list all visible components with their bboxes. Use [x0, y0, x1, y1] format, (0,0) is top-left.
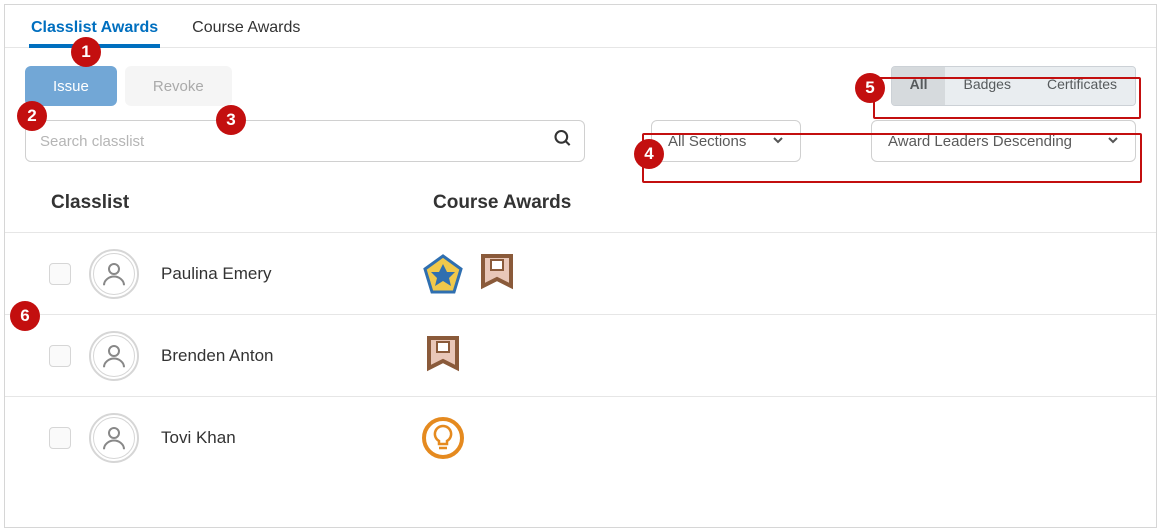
callout-1: 1: [71, 37, 101, 67]
filter-all[interactable]: All: [892, 67, 946, 105]
filter-certificates[interactable]: Certificates: [1029, 67, 1135, 105]
dropdowns: All Sections Award Leaders Descending: [651, 120, 1136, 162]
callout-5: 5: [855, 73, 885, 103]
search-row: All Sections Award Leaders Descending: [5, 106, 1156, 162]
filter-badges[interactable]: Badges: [945, 67, 1028, 105]
avatar: [89, 413, 139, 463]
awards-cell: [421, 416, 465, 460]
main-tabs: Classlist Awards Course Awards: [5, 5, 1156, 48]
chevron-down-icon: [772, 133, 784, 150]
row-checkbox[interactable]: [49, 427, 71, 449]
student-name: Brenden Anton: [161, 346, 421, 366]
sections-dropdown[interactable]: All Sections: [651, 120, 801, 162]
award-type-filter: All Badges Certificates: [891, 66, 1136, 106]
header-classlist: Classlist: [51, 192, 433, 214]
callout-6: 6: [10, 301, 40, 331]
student-name: Paulina Emery: [161, 264, 421, 284]
search-wrap: [25, 120, 585, 162]
avatar: [89, 331, 139, 381]
revoke-button[interactable]: Revoke: [125, 66, 232, 106]
classlist-table: Paulina Emery: [5, 232, 1156, 478]
sort-dropdown-label: Award Leaders Descending: [888, 133, 1072, 150]
tab-course-awards[interactable]: Course Awards: [190, 13, 302, 47]
row-checkbox[interactable]: [49, 263, 71, 285]
table-row: Paulina Emery: [5, 232, 1156, 314]
search-icon[interactable]: [553, 129, 573, 154]
callout-3: 3: [216, 105, 246, 135]
row-checkbox[interactable]: [49, 345, 71, 367]
awards-page: 1 2 3 4 5 6 Classlist Awards Course Awar…: [4, 4, 1157, 528]
header-course-awards: Course Awards: [433, 192, 571, 214]
search-input[interactable]: [25, 120, 585, 162]
issue-button[interactable]: Issue: [25, 66, 117, 106]
person-icon: [93, 335, 135, 377]
avatar: [89, 249, 139, 299]
sections-dropdown-label: All Sections: [668, 133, 746, 150]
callout-4: 4: [634, 139, 664, 169]
action-buttons: Issue Revoke: [25, 66, 232, 106]
book-award-icon: [421, 334, 465, 378]
table-row: Brenden Anton: [5, 314, 1156, 396]
person-icon: [93, 253, 135, 295]
bulb-award-icon: [421, 416, 465, 460]
star-pentagon-award-icon: [421, 252, 465, 296]
table-row: Tovi Khan: [5, 396, 1156, 478]
chevron-down-icon: [1107, 133, 1119, 150]
awards-cell: [421, 334, 465, 378]
book-award-icon: [475, 252, 519, 296]
student-name: Tovi Khan: [161, 428, 421, 448]
sort-dropdown[interactable]: Award Leaders Descending: [871, 120, 1136, 162]
callout-2: 2: [17, 101, 47, 131]
awards-cell: [421, 252, 519, 296]
person-icon: [93, 417, 135, 459]
column-headers: Classlist Course Awards: [5, 162, 1156, 232]
toolbar: Issue Revoke All Badges Certificates: [5, 48, 1156, 106]
